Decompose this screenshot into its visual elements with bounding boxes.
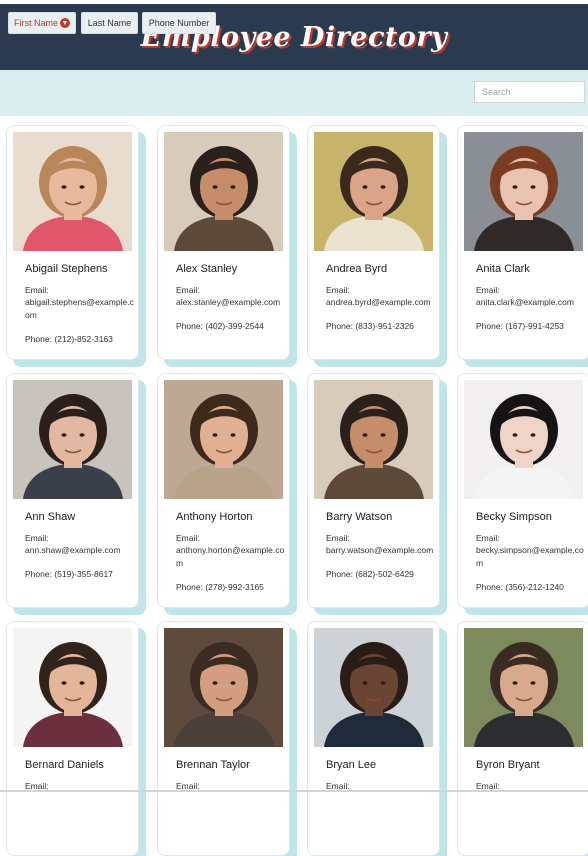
employee-name: Andrea Byrd — [326, 263, 388, 275]
employee-photo — [314, 132, 433, 251]
phone-label: Phone: — [326, 569, 356, 579]
employee-email: andrea.byrd@example.com — [326, 297, 431, 307]
employee-photo — [13, 628, 132, 747]
employee-card: Alex Stanley Email: alex.stanley@example.c… — [157, 125, 290, 360]
employee-photo — [164, 132, 283, 251]
employee-name: Becky Simpson — [476, 511, 552, 523]
phone-number: (519)-355-8617 — [54, 569, 113, 579]
phone-number: (356)-212-1240 — [505, 582, 564, 592]
employee-card: Brennan Taylor Email: — [157, 621, 290, 856]
phone-label: Phone: — [25, 334, 55, 344]
employee-phone: Phone: (278)-992-3165 — [176, 582, 264, 592]
phone-label: Phone: — [476, 321, 506, 331]
employee-photo — [164, 628, 283, 747]
phone-label: Phone: — [176, 321, 206, 331]
employee-card: Abigail Stephens Email: abigail.stephens@e… — [6, 125, 139, 360]
employee-name: Alex Stanley — [176, 263, 238, 275]
phone-number: (167)-991-4253 — [505, 321, 564, 331]
employee-phone: Phone: (167)-991-4253 — [476, 321, 564, 331]
employee-name: Bryan Lee — [326, 759, 377, 771]
employee-card: Andrea Byrd Email: andrea.byrd@example.com… — [307, 125, 440, 360]
employee-photo — [464, 628, 583, 747]
employee-phone: Phone: (356)-212-1240 — [476, 582, 564, 592]
employee-phone: Phone: (682)-502-6429 — [326, 569, 414, 579]
phone-label: Phone: — [176, 582, 206, 592]
employee-name: Ann Shaw — [25, 511, 76, 523]
employee-name: Bernard Daniels — [25, 759, 104, 771]
phone-label: Phone: — [25, 569, 55, 579]
employee-email: abigail.stephens@example.com — [25, 297, 134, 320]
phone-number: (682)-502-6429 — [355, 569, 414, 579]
employee-card: Bryan Lee Email: — [307, 621, 440, 856]
phone-number: (212)-852-3163 — [54, 334, 113, 344]
phone-number: (278)-992-3165 — [205, 582, 264, 592]
sort-first-name-label: First Name — [13, 18, 58, 28]
employee-email: barry.watson@example.com — [326, 545, 434, 555]
employee-name: Abigail Stephens — [25, 263, 108, 275]
email-label: Email: — [25, 285, 49, 295]
employee-name: Anita Clark — [476, 263, 530, 275]
employee-card: Ann Shaw Email: ann.shaw@example.com Phone:… — [6, 373, 139, 608]
email-label: Email: — [176, 533, 200, 543]
employee-card: Byron Bryant Email: — [457, 621, 588, 856]
employee-email: ann.shaw@example.com — [25, 545, 121, 555]
employee-name: Brennan Taylor — [176, 759, 250, 771]
sort-first-name-button[interactable]: First Name ▼ — [8, 12, 76, 34]
phone-label: Phone: — [476, 582, 506, 592]
employee-card: Anita Clark Email: anita.clark@example.com… — [457, 125, 588, 360]
search-input[interactable] — [474, 81, 585, 103]
employee-email: anthony.horton@example.com — [176, 545, 285, 568]
employee-name: Barry Watson — [326, 511, 393, 523]
sort-last-name-button[interactable]: Last Name — [81, 12, 138, 34]
employee-card: Bernard Daniels Email: — [6, 621, 139, 856]
employee-photo — [464, 380, 583, 499]
email-label: Email: — [326, 285, 350, 295]
sort-last-name-label: Last Name — [87, 18, 132, 28]
employee-photo — [464, 132, 583, 251]
employee-card: Barry Watson Email: barry.watson@example.c… — [307, 373, 440, 608]
employee-photo — [164, 380, 283, 499]
employee-phone: Phone: (519)-355-8617 — [25, 569, 113, 579]
employee-name: Anthony Horton — [176, 511, 253, 523]
email-label: Email: — [176, 285, 200, 295]
employee-photo — [13, 132, 132, 251]
sort-phone-number-label: Phone Number — [148, 18, 210, 28]
employee-photo — [314, 380, 433, 499]
employee-photo — [13, 380, 132, 499]
phone-number: (402)-399-2544 — [205, 321, 264, 331]
employee-phone: Phone: (212)-852-3163 — [25, 334, 113, 344]
employee-email: anita.clark@example.com — [476, 297, 574, 307]
email-label: Email: — [326, 533, 350, 543]
chevron-down-icon: ▼ — [60, 18, 70, 28]
phone-number: (833)-951-2326 — [355, 321, 414, 331]
email-label: Email: — [476, 285, 500, 295]
phone-label: Phone: — [326, 321, 356, 331]
employee-phone: Phone: (833)-951-2326 — [326, 321, 414, 331]
email-label: Email: — [25, 533, 49, 543]
employee-photo — [314, 628, 433, 747]
employee-phone: Phone: (402)-399-2544 — [176, 321, 264, 331]
email-label: Email: — [476, 533, 500, 543]
employee-card: Anthony Horton Email: anthony.horton@examp… — [157, 373, 290, 608]
employee-name: Byron Bryant — [476, 759, 540, 771]
sort-phone-number-button[interactable]: Phone Number — [142, 12, 216, 34]
employee-email: alex.stanley@example.com — [176, 297, 281, 307]
employee-email: becky.simpson@example.com — [476, 545, 584, 568]
employee-card: Becky Simpson Email: becky.simpson@example… — [457, 373, 588, 608]
